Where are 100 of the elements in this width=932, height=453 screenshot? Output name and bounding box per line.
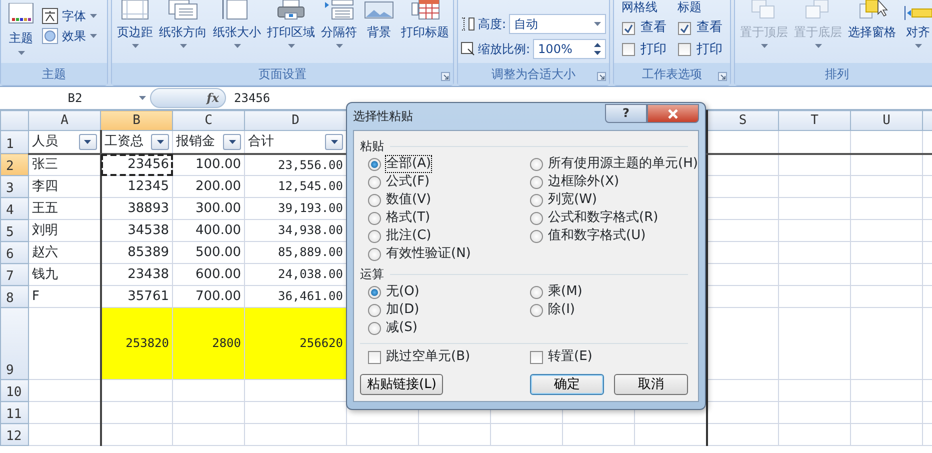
radio-option[interactable]: 列宽(W) — [530, 191, 698, 209]
radio-option[interactable]: 数值(V) — [368, 191, 526, 209]
insert-function-button[interactable]: fx — [150, 88, 226, 108]
option-checkbox[interactable]: 查看 — [678, 20, 722, 36]
name-box[interactable]: B2 — [0, 87, 150, 109]
table-cell: 253820 — [100, 308, 172, 380]
radio-option[interactable]: 边框除外(X) — [530, 173, 698, 191]
radio-option[interactable]: 批注(C) — [368, 227, 526, 245]
column-title: 人员 — [32, 134, 58, 150]
caret-icon — [228, 140, 236, 144]
option-checkbox[interactable]: 查看 — [622, 20, 666, 36]
table-cell: 2800 — [172, 308, 244, 380]
themes-button[interactable]: 主题 — [4, 0, 38, 63]
table-cell: 23456 — [100, 154, 172, 176]
radio-option[interactable]: 格式(T) — [368, 209, 526, 227]
ribbon-button[interactable]: 选择窗格 — [846, 0, 898, 63]
column-header[interactable]: D — [244, 110, 346, 130]
table-icon — [409, 0, 441, 20]
ribbon-button[interactable]: 打印标题 — [399, 0, 451, 63]
table-cell: 85389 — [100, 242, 172, 264]
help-button[interactable]: ? — [605, 104, 647, 123]
row-header[interactable]: 7 — [0, 264, 28, 286]
column-header[interactable]: A — [28, 110, 100, 130]
radio-option[interactable]: 加(D) — [368, 301, 526, 319]
radio-option[interactable]: 无(O) — [368, 283, 526, 301]
ribbon-button[interactable]: 打印区域 — [265, 0, 317, 63]
dropdown-field[interactable]: 自动 — [509, 14, 606, 34]
filter-button[interactable] — [151, 134, 169, 150]
row-header[interactable]: 12 — [0, 424, 28, 446]
filter-button[interactable] — [78, 134, 96, 150]
table-cell: 23438 — [100, 264, 172, 286]
column-header[interactable]: S — [706, 110, 778, 130]
checkbox-option[interactable]: 转置(E) — [530, 348, 688, 366]
close-button[interactable] — [647, 104, 699, 123]
radio-option[interactable]: 全部(A) — [368, 155, 526, 173]
column-title: 报销金 — [176, 134, 215, 150]
dialog-button[interactable]: 取消 — [614, 374, 688, 395]
column-title: 合计 — [248, 134, 274, 150]
field-label: 缩放比例: — [478, 42, 530, 56]
radio-option[interactable]: 公式(F) — [368, 173, 526, 191]
group-label: 排列 — [825, 66, 849, 82]
zoom-icon — [461, 42, 475, 56]
ribbon-button[interactable]: 对齐 — [900, 0, 932, 63]
height-icon — [461, 17, 475, 31]
caret-icon — [330, 140, 338, 144]
dialog-launcher-icon[interactable] — [441, 72, 450, 81]
ribbon-button[interactable]: 分隔符 — [319, 0, 359, 63]
caret-icon — [139, 96, 146, 100]
radio-option[interactable]: 值和数字格式(U) — [530, 227, 698, 245]
ribbon-button[interactable]: 效果 — [40, 28, 99, 44]
field-label: 高度: — [478, 16, 506, 32]
row-header[interactable]: 4 — [0, 198, 28, 220]
filter-button[interactable] — [325, 134, 343, 150]
radio-option[interactable]: 公式和数字格式(R) — [530, 209, 698, 227]
row-header[interactable]: 1 — [0, 130, 28, 154]
dialog-button[interactable]: 粘贴链接(L) — [360, 374, 444, 395]
table-cell: 34538 — [100, 220, 172, 242]
radio-option[interactable]: 乘(M) — [530, 283, 688, 301]
row-header[interactable]: 11 — [0, 402, 28, 424]
filter-button[interactable] — [223, 134, 241, 150]
caret-icon — [84, 140, 91, 144]
row-header[interactable]: 9 — [0, 308, 28, 380]
ribbon-button[interactable]: 纸张方向 — [157, 0, 209, 63]
table-cell: 12345 — [100, 176, 172, 198]
row-header[interactable]: 8 — [0, 286, 28, 308]
group-label: 调整为合适大小 — [492, 66, 576, 82]
option-checkbox[interactable]: 打印 — [678, 42, 722, 58]
ribbon-button[interactable]: 页边距 — [115, 0, 155, 63]
dialog-title: 选择性粘贴 — [353, 109, 413, 124]
ribbon-button[interactable]: 字体 — [40, 8, 99, 24]
group-label: 主题 — [42, 66, 66, 82]
table-cell: 600.00 — [172, 264, 244, 286]
row-header[interactable]: 10 — [0, 380, 28, 402]
checkbox-option[interactable]: 跳过空单元(B) — [368, 348, 526, 366]
caret-icon — [594, 22, 601, 26]
ribbon-button[interactable]: 纸张大小 — [211, 0, 263, 63]
row-header[interactable]: 3 — [0, 176, 28, 198]
column-header[interactable]: C — [172, 110, 244, 130]
radio-option[interactable]: 除(I) — [530, 301, 688, 319]
row-header[interactable]: 5 — [0, 220, 28, 242]
dialog-launcher-icon[interactable] — [597, 72, 606, 81]
column-header[interactable]: T — [778, 110, 850, 130]
dialog-button[interactable]: 确定 — [530, 374, 604, 395]
option-heading: 标题 — [678, 0, 702, 14]
row-header[interactable]: 2 — [0, 154, 28, 176]
dialog-launcher-icon[interactable] — [718, 72, 727, 81]
formula-field[interactable]: 23456 — [226, 90, 270, 106]
row-header[interactable]: 6 — [0, 242, 28, 264]
page-icon — [119, 0, 151, 20]
effects-icon — [42, 28, 58, 44]
spin-field[interactable]: 100% — [533, 39, 606, 59]
option-checkbox[interactable]: 打印 — [622, 42, 666, 58]
column-header[interactable]: B — [100, 110, 172, 130]
radio-option[interactable]: 有效性验证(N) — [368, 245, 526, 263]
radio-option[interactable]: 减(S) — [368, 319, 526, 337]
ribbon-button[interactable]: 背景 — [361, 0, 397, 63]
table-cell: 38893 — [100, 198, 172, 220]
column-header[interactable]: U — [850, 110, 922, 130]
table-cell: 400.00 — [172, 220, 244, 242]
radio-option[interactable]: 所有使用源主题的单元(H) — [530, 155, 698, 173]
